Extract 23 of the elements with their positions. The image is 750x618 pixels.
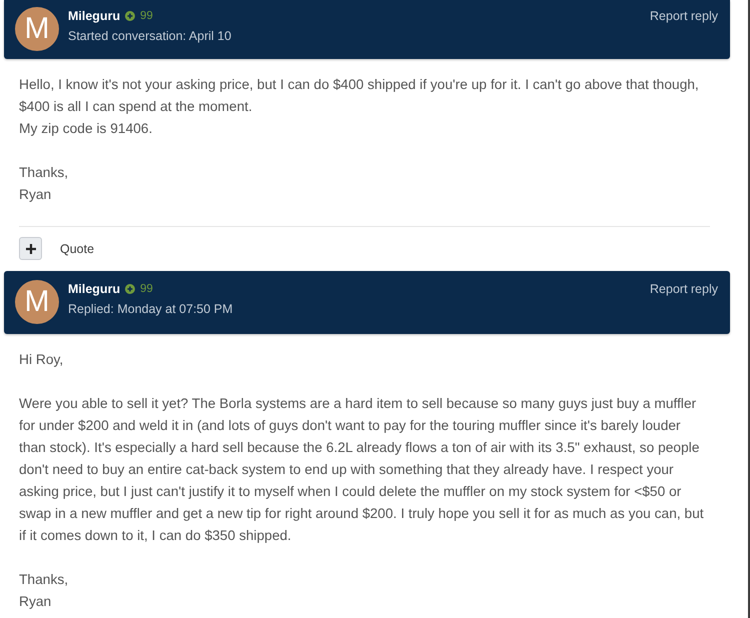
plus-circle-icon: [125, 11, 136, 21]
quote-link[interactable]: Quote: [60, 242, 94, 256]
message-text: Ryan: [19, 593, 52, 611]
message-text: My zip code is 91406.: [19, 120, 154, 138]
message-text: Thanks,: [19, 164, 70, 182]
avatar-initial: M: [15, 7, 59, 51]
report-link[interactable]: Report reply: [650, 280, 718, 296]
username[interactable]: Mileguru: [68, 9, 120, 23]
reputation-score: 99: [140, 283, 153, 295]
report-link[interactable]: Report reply: [650, 7, 718, 23]
post-date: Replied: Monday at 07:50 PM: [68, 302, 234, 316]
reputation-score: 99: [140, 10, 153, 22]
username[interactable]: Mileguru: [68, 282, 120, 296]
message-text: Were you able to sell it yet? The Borla systems are a hard item to sell because so many guys just buy a muffler for under $200 and weld it in (and lots of guys don't want to pay for the touring muffler since it's barely louder than stock). It's especially a hard sell because the 6.2L already flows a ton of air with its 3.5" exhaust, so people don't need to buy an entire cat-back system to end up with something that they already have. I respect your asking price, but I just can't justify it to myself when I could delete the muffler on my stock system for <$50 or swap in a new muffler and get a new tip for right around $200. I truly hope you sell it for as much as you can, but if it comes down to it, I can do $350 shipped.: [19, 395, 705, 545]
message-text: Thanks,: [19, 571, 70, 589]
message-text: Ryan: [19, 186, 52, 204]
avatar-initial: M: [15, 280, 59, 324]
post-date: Started conversation: April 10: [68, 29, 232, 43]
plus-icon: [26, 244, 36, 254]
message-text: Hi Roy,: [19, 351, 64, 369]
plus-circle-icon: [125, 284, 136, 294]
message-text: Hello, I know it's not your asking price, but I can do $400 shipped if you're up for it. I can't go above that though, $400 is all I can spend at the moment.: [19, 76, 700, 116]
plus-button[interactable]: [19, 237, 42, 260]
